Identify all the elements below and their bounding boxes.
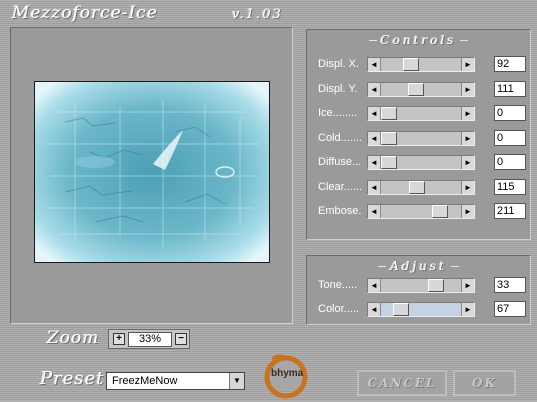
diffuse-value[interactable]: 0 (494, 154, 526, 170)
left-arrow-icon[interactable]: ◄ (368, 156, 381, 169)
left-arrow-icon[interactable]: ◄ (368, 83, 381, 96)
logo-text: bhyma (271, 368, 304, 379)
color-value[interactable]: 67 (494, 301, 526, 317)
adjust-heading: Adjust (307, 259, 530, 273)
left-arrow-icon[interactable]: ◄ (368, 107, 381, 120)
slider-label: Clear...... (318, 181, 363, 193)
preview-panel (10, 27, 293, 324)
right-arrow-icon[interactable]: ► (461, 303, 474, 316)
diffuse-row: Diffuse... ◄ ► 0 (307, 154, 530, 170)
slider-label: Displ. X. (318, 58, 359, 70)
displ-y-row: Displ. Y. ◄ ► 111 (307, 81, 530, 97)
clear-slider[interactable]: ◄ ► (367, 180, 475, 195)
left-arrow-icon[interactable]: ◄ (368, 205, 381, 218)
bhyma-logo: bhyma (262, 353, 312, 399)
clear-value[interactable]: 115 (494, 179, 526, 195)
left-arrow-icon[interactable]: ◄ (368, 181, 381, 194)
zoom-control: + 33% − (108, 329, 190, 349)
preset-value: FreezMeNow (112, 375, 178, 387)
right-arrow-icon[interactable]: ► (461, 156, 474, 169)
slider-thumb[interactable] (393, 303, 409, 316)
diffuse-slider[interactable]: ◄ ► (367, 155, 475, 170)
slider-label: Ice........ (318, 107, 358, 119)
tone-value[interactable]: 33 (494, 277, 526, 293)
dropdown-arrow-icon[interactable]: ▼ (229, 373, 244, 389)
slider-thumb[interactable] (381, 156, 397, 169)
tone-slider[interactable]: ◄ ► (367, 278, 475, 293)
left-arrow-icon[interactable]: ◄ (368, 132, 381, 145)
slider-label: Color..... (318, 303, 359, 315)
right-arrow-icon[interactable]: ► (461, 58, 474, 71)
slider-thumb[interactable] (428, 279, 444, 292)
color-slider[interactable]: ◄ ► (367, 302, 475, 317)
zoom-label: Zoom (47, 328, 100, 348)
right-arrow-icon[interactable]: ► (461, 107, 474, 120)
right-arrow-icon[interactable]: ► (461, 181, 474, 194)
embose-row: Embose. ◄ ► 211 (307, 203, 530, 219)
zoom-value[interactable]: 33% (128, 332, 172, 347)
app-title: Mezzoforce-Ice (12, 3, 158, 23)
displ-x-value[interactable]: 92 (494, 56, 526, 72)
right-arrow-icon[interactable]: ► (461, 83, 474, 96)
color-row: Color..... ◄ ► 67 (307, 301, 530, 317)
displ-y-slider[interactable]: ◄ ► (367, 82, 475, 97)
right-arrow-icon[interactable]: ► (461, 205, 474, 218)
slider-label: Displ. Y. (318, 83, 358, 95)
slider-thumb[interactable] (381, 107, 397, 120)
tone-row: Tone..... ◄ ► 33 (307, 277, 530, 293)
displ-x-row: Displ. X. ◄ ► 92 (307, 56, 530, 72)
cold-row: Cold....... ◄ ► 0 (307, 130, 530, 146)
cold-value[interactable]: 0 (494, 130, 526, 146)
slider-thumb[interactable] (409, 181, 425, 194)
left-arrow-icon[interactable]: ◄ (368, 58, 381, 71)
displ-y-value[interactable]: 111 (494, 81, 526, 97)
embose-slider[interactable]: ◄ ► (367, 204, 475, 219)
slider-thumb[interactable] (403, 58, 419, 71)
slider-label: Tone..... (318, 279, 358, 291)
left-arrow-icon[interactable]: ◄ (368, 303, 381, 316)
ok-button[interactable]: OK (453, 370, 516, 396)
slider-thumb[interactable] (408, 83, 424, 96)
controls-heading: Controls (307, 33, 530, 47)
left-arrow-icon[interactable]: ◄ (368, 279, 381, 292)
cold-slider[interactable]: ◄ ► (367, 131, 475, 146)
preset-label: Preset (40, 368, 105, 389)
slider-label: Embose. (318, 205, 362, 217)
version-label: v.1.03 (232, 7, 283, 22)
zoom-out-button[interactable]: − (175, 333, 187, 345)
ice-slider[interactable]: ◄ ► (367, 106, 475, 121)
slider-thumb[interactable] (381, 132, 397, 145)
right-arrow-icon[interactable]: ► (461, 132, 474, 145)
preview-image[interactable] (34, 81, 270, 263)
zoom-in-button[interactable]: + (113, 333, 125, 345)
embose-value[interactable]: 211 (494, 203, 526, 219)
displ-x-slider[interactable]: ◄ ► (367, 57, 475, 72)
slider-thumb[interactable] (432, 205, 448, 218)
slider-label: Diffuse... (318, 156, 362, 168)
ice-value[interactable]: 0 (494, 105, 526, 121)
preset-dropdown[interactable]: FreezMeNow ▼ (106, 372, 245, 390)
adjust-panel: Adjust Tone..... ◄ ► 33 Color..... ◄ ► 6… (306, 255, 531, 325)
clear-row: Clear...... ◄ ► 115 (307, 179, 530, 195)
slider-label: Cold....... (318, 132, 363, 144)
controls-panel: Controls Displ. X. ◄ ► 92 Displ. Y. ◄ ► … (306, 29, 531, 240)
cancel-button[interactable]: CANCEL (357, 370, 447, 396)
ice-row: Ice........ ◄ ► 0 (307, 105, 530, 121)
right-arrow-icon[interactable]: ► (461, 279, 474, 292)
